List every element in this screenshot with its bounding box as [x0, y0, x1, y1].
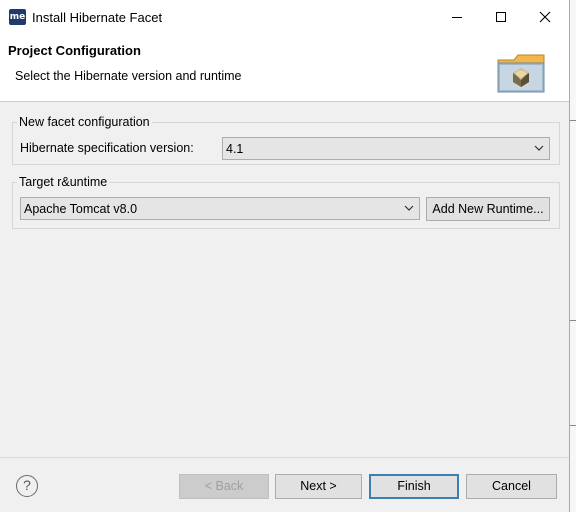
page-title: Project Configuration — [8, 43, 141, 58]
title-bar: me Install Hibernate Facet — [0, 0, 569, 34]
runtime-group-label: Target r&untime — [17, 175, 110, 189]
runtime-value: Apache Tomcat v8.0 — [24, 202, 138, 216]
maximize-icon — [496, 12, 506, 22]
background-glyph — [570, 425, 576, 426]
install-hibernate-facet-dialog: me Install Hibernate Facet Project Confi… — [0, 0, 570, 512]
chevron-down-icon — [404, 205, 414, 211]
footer-divider — [0, 457, 569, 458]
next-button[interactable]: Next > — [275, 474, 362, 499]
finish-button[interactable]: Finish — [369, 474, 459, 499]
facet-group-label: New facet configuration — [17, 115, 152, 129]
cancel-button[interactable]: Cancel — [466, 474, 557, 499]
close-icon — [539, 11, 551, 23]
wizard-header: Project Configuration Select the Hiberna… — [0, 34, 569, 102]
hibernate-folder-icon — [497, 54, 545, 93]
chevron-down-icon — [534, 145, 544, 151]
spec-version-value: 4.1 — [226, 142, 244, 156]
minimize-icon — [452, 17, 462, 18]
background-window-edge — [570, 0, 576, 512]
maximize-button[interactable] — [478, 0, 524, 34]
back-button[interactable]: < Back — [179, 474, 269, 499]
spec-version-select[interactable]: 4.1 — [222, 137, 550, 160]
add-new-runtime-button[interactable]: Add New Runtime... — [426, 197, 550, 221]
background-glyph — [570, 120, 576, 121]
window-title: Install Hibernate Facet — [32, 10, 163, 25]
minimize-button[interactable] — [434, 0, 480, 34]
runtime-select[interactable]: Apache Tomcat v8.0 — [20, 197, 420, 220]
page-description: Select the Hibernate version and runtime — [15, 69, 242, 83]
help-icon[interactable]: ? — [16, 475, 38, 497]
background-glyph — [570, 320, 576, 321]
close-button[interactable] — [522, 0, 568, 34]
myeclipse-app-icon: me — [9, 9, 26, 25]
spec-version-label: Hibernate specification version: — [20, 141, 194, 155]
